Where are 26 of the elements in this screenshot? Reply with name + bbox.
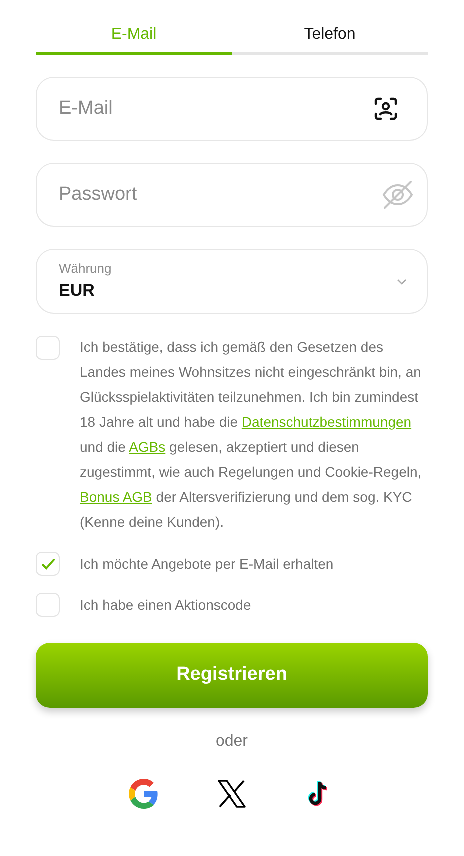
register-button[interactable]: Registrieren bbox=[36, 643, 428, 708]
currency-value: EUR bbox=[59, 280, 96, 302]
checkbox[interactable] bbox=[36, 593, 60, 617]
tab[interactable]: Telefon bbox=[232, 18, 428, 55]
password-field[interactable]: Passwort bbox=[36, 163, 428, 227]
consent-text: Ich bestätige, dass ich gemäß den Gesetzen des Landes meines Wohnsitzes nicht eingeschränkt bin, an Glücksspielaktivitäten teilzunehmen. Ich bin zumindest 18 Jahre alt und habe die Datenschutzbestimmungen und die AGBs gelesen, akzeptiert und diesen zugestimmt, wie auch Regelungen und Cookie-Regeln, Bonus AGB der Altersverifizierung und dem sog. KYC (Kenne deine Kunden). bbox=[80, 338, 423, 532]
checkbox-label: Ich habe einen Aktionscode bbox=[80, 596, 252, 615]
terms-link[interactable]: Datenschutzbestimmungen bbox=[242, 414, 412, 430]
eye-off-icon bbox=[382, 179, 414, 211]
checkmark-icon bbox=[42, 558, 54, 570]
terms-link[interactable]: Bonus AGB bbox=[80, 489, 152, 505]
checkbox[interactable] bbox=[36, 336, 60, 360]
google-logo-icon bbox=[129, 779, 159, 809]
terms-link[interactable]: AGBs bbox=[129, 439, 166, 455]
x-logo-icon bbox=[217, 779, 247, 809]
currency-label: Währung bbox=[59, 260, 113, 276]
google-login-button[interactable] bbox=[128, 778, 160, 810]
currency-select[interactable]: Währung EUR bbox=[36, 249, 428, 314]
x-login-button[interactable] bbox=[216, 778, 248, 810]
email-field[interactable]: E-Mail bbox=[36, 77, 428, 141]
checkbox-label: Ich möchte Angebote per E-Mail erhalten bbox=[80, 555, 334, 574]
tab[interactable]: E-Mail bbox=[36, 18, 232, 55]
chevron-down-icon bbox=[397, 278, 407, 284]
face-scan-icon bbox=[374, 97, 398, 121]
checkbox[interactable] bbox=[36, 552, 60, 576]
separator-text: oder bbox=[216, 732, 248, 752]
